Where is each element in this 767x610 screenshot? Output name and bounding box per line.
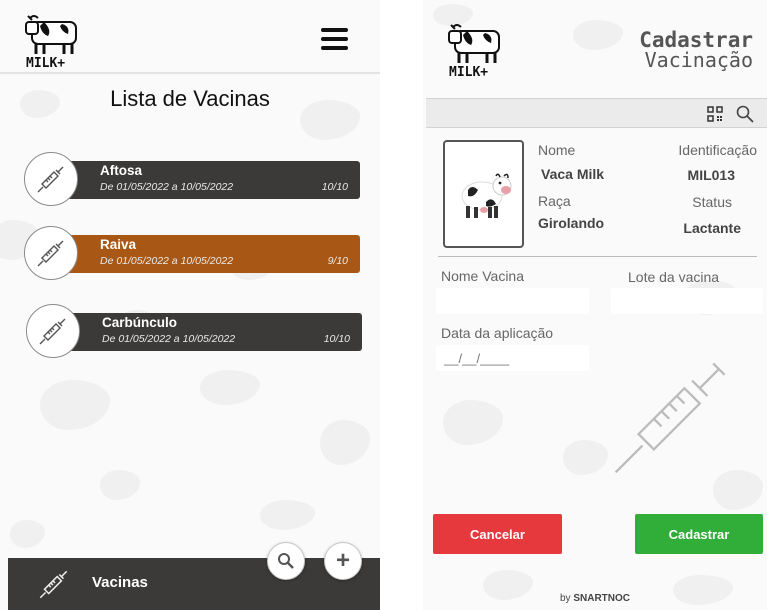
vaccine-count: 10/10 (323, 333, 350, 345)
page-title: Cadastrar Vacinação (639, 28, 753, 72)
hamburger-menu-icon[interactable] (321, 28, 348, 50)
id-label: Identificação (678, 142, 757, 158)
status-value: Lactante (683, 220, 741, 236)
search-icon (278, 553, 294, 569)
milk-plus-logo: MILK+ (447, 20, 517, 78)
register-button[interactable]: Cadastrar (635, 514, 763, 554)
plus-icon: + (335, 547, 350, 574)
footer-by: by (559, 593, 571, 604)
footer-credit: by SNARTNOC (423, 593, 767, 604)
batch-label: Lote da vacina (628, 269, 720, 285)
animal-search-bar[interactable] (426, 98, 767, 128)
page-title: Lista de Vacinas (110, 86, 270, 111)
cow-icon (461, 173, 511, 218)
register-vaccination-screen: MILK+ Cadastrar Vacinação Nome Vaca Milk… (423, 0, 767, 610)
syringe-icon (24, 152, 78, 206)
bottom-nav-label: Vacinas (92, 574, 148, 591)
vaccine-bar: Raiva De 01/05/2022 a 10/05/2022 9/10 (64, 235, 360, 273)
syringe-icon (24, 226, 78, 280)
search-button[interactable] (267, 542, 305, 580)
vaccine-count: 10/10 (321, 181, 348, 193)
vaccine-bar: Carbúnculo De 01/05/2022 a 10/05/2022 10… (66, 313, 362, 351)
status-label: Status (692, 194, 732, 210)
syringe-icon (36, 566, 72, 607)
footer-brand: SNARTNOC (573, 593, 630, 604)
vaccine-period: De 01/05/2022 a 10/05/2022 (102, 333, 236, 345)
syringe-icon (26, 304, 80, 358)
vaccine-name-input[interactable] (436, 288, 589, 314)
search-icon[interactable] (735, 104, 755, 129)
vaccine-period: De 01/05/2022 a 10/05/2022 (100, 181, 234, 193)
vaccine-name: Raiva (100, 237, 137, 252)
divider (438, 256, 757, 257)
vaccine-period: De 01/05/2022 a 10/05/2022 (100, 255, 234, 267)
logo-text: MILK+ (449, 65, 488, 78)
qr-code-icon[interactable] (707, 106, 723, 127)
vaccine-name-label: Nome Vacina (441, 268, 525, 284)
add-vaccine-button[interactable]: + (324, 542, 362, 580)
batch-input[interactable] (611, 288, 763, 314)
vaccine-list-screen: MILK+ Lista de Vacinas Aftosa De 01/05/2… (0, 0, 380, 610)
cancel-button[interactable]: Cancelar (433, 514, 562, 554)
vaccine-item-raiva[interactable]: Raiva De 01/05/2022 a 10/05/2022 9/10 (24, 226, 360, 288)
vaccine-bar: Aftosa De 01/05/2022 a 10/05/2022 10/10 (64, 161, 360, 199)
breed-value: Girolando (538, 215, 605, 231)
logo-text: MILK+ (26, 56, 65, 68)
vaccine-count: 9/10 (327, 255, 348, 267)
syringe-icon (608, 350, 738, 485)
id-value: MIL013 (687, 167, 735, 183)
page-title-line1: Cadastrar (639, 28, 753, 52)
breed-label: Raça (538, 193, 571, 209)
vaccine-item-carbunculo[interactable]: Carbúnculo De 01/05/2022 a 10/05/2022 10… (26, 304, 362, 366)
name-value: Vaca Milk (541, 166, 605, 182)
date-input[interactable] (436, 345, 589, 371)
header-divider (0, 72, 380, 74)
milk-plus-logo: MILK+ (24, 12, 94, 68)
page-title-line2: Vacinação (644, 48, 753, 72)
animal-photo (443, 140, 524, 248)
vaccine-name: Carbúnculo (102, 315, 178, 330)
name-label: Nome (538, 142, 576, 158)
date-label: Data da aplicação (441, 325, 554, 341)
vaccine-name: Aftosa (100, 163, 143, 178)
vaccine-item-aftosa[interactable]: Aftosa De 01/05/2022 a 10/05/2022 10/10 (24, 152, 360, 214)
